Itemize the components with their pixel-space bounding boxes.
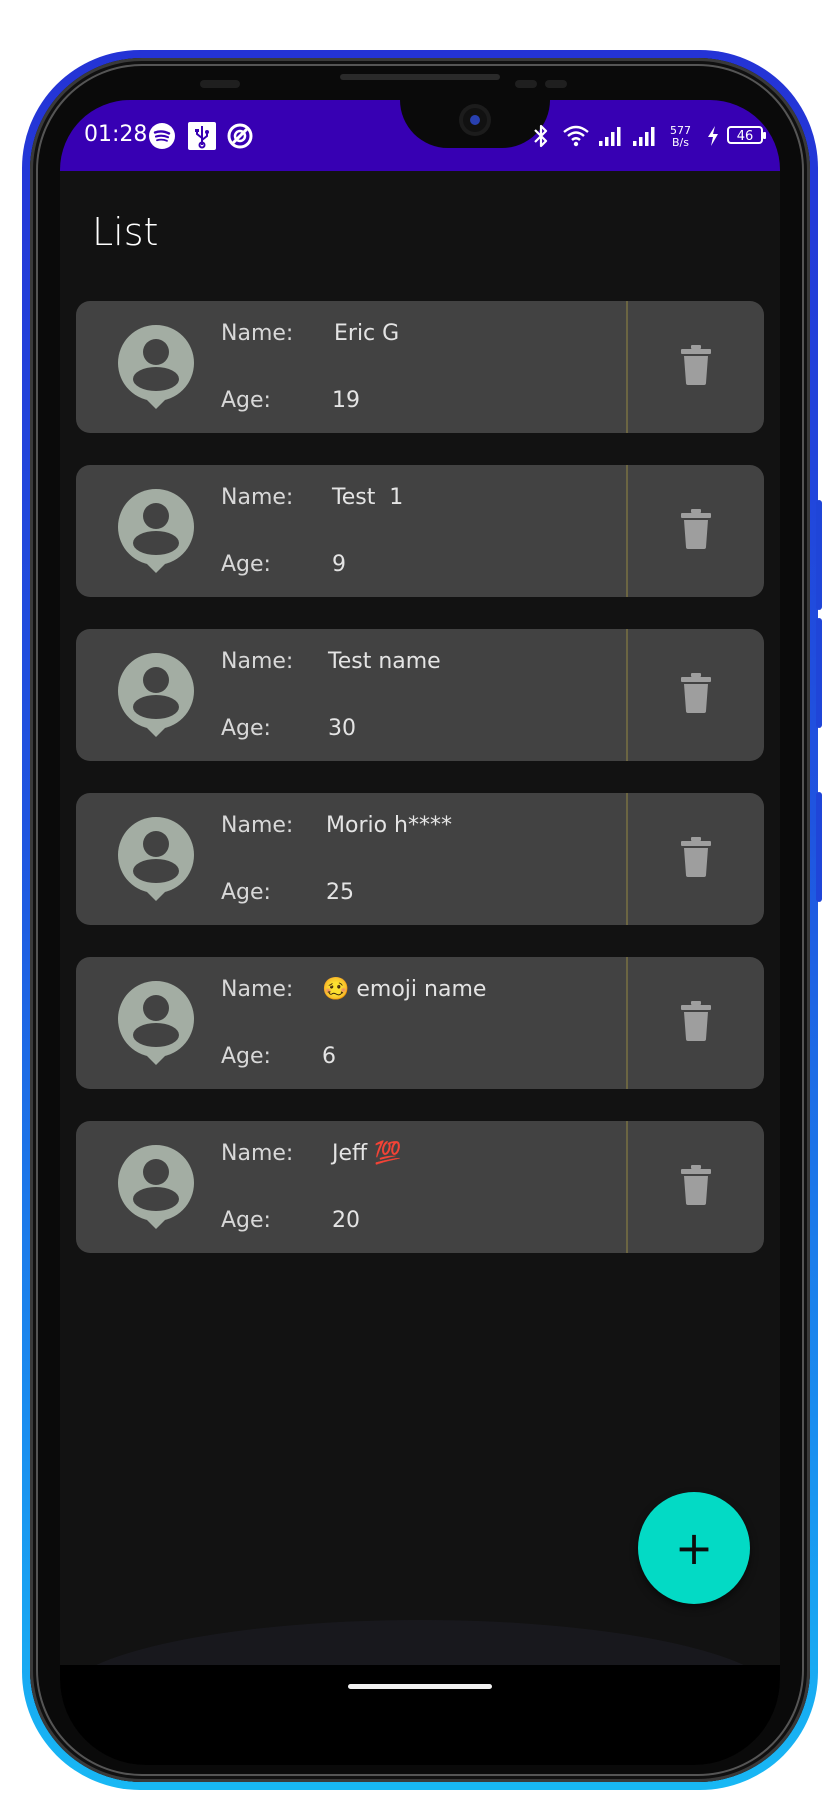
avatar-icon	[116, 323, 196, 411]
navigation-bar	[60, 1665, 780, 1765]
network-speed-unit: B/s	[672, 136, 689, 149]
person-card[interactable]: Name: 🥴 emoji name Age: 6	[76, 957, 764, 1089]
age-label: Age:	[221, 552, 271, 577]
trash-icon	[681, 1001, 711, 1045]
age-label: Age:	[221, 1044, 271, 1069]
page-title: List	[92, 210, 159, 254]
person-age: 25	[326, 880, 354, 905]
delete-button[interactable]	[628, 957, 764, 1089]
name-label: Name:	[221, 321, 294, 346]
avatar-icon	[116, 651, 196, 739]
earpiece	[340, 74, 500, 80]
volume-up-button	[816, 500, 822, 610]
person-card[interactable]: Name: Jeff 💯 Age: 20	[76, 1121, 764, 1253]
trash-icon	[681, 1165, 711, 1209]
person-card[interactable]: Name: Morio h**** Age: 25	[76, 793, 764, 925]
delete-button[interactable]	[628, 1121, 764, 1253]
person-card[interactable]: Name: Test name Age: 30	[76, 629, 764, 761]
avatar-icon	[116, 487, 196, 575]
person-name: Eric G	[334, 321, 400, 346]
home-indicator[interactable]	[348, 1684, 492, 1689]
volume-down-button	[816, 618, 822, 728]
battery-indicator: 46	[727, 126, 766, 144]
delete-button[interactable]	[628, 793, 764, 925]
person-name: 🥴 emoji name	[322, 977, 487, 1002]
trash-icon	[681, 673, 711, 717]
avatar-icon	[116, 1143, 196, 1231]
trash-icon	[681, 345, 711, 389]
name-label: Name:	[221, 813, 294, 838]
app-screen: 01:28 577 B/s 46 List Name: Eric G Age: …	[60, 100, 780, 1765]
usb-icon	[188, 122, 216, 150]
add-icon: +	[674, 1521, 714, 1575]
person-age: 9	[332, 552, 346, 577]
trash-icon	[681, 509, 711, 553]
person-name: Morio h****	[326, 813, 452, 838]
person-age: 20	[332, 1208, 360, 1233]
avatar-icon	[116, 815, 196, 903]
age-label: Age:	[221, 880, 271, 905]
signal-icon	[632, 122, 658, 150]
person-age: 30	[328, 716, 356, 741]
sensor	[545, 80, 567, 88]
age-label: Age:	[221, 388, 271, 413]
trash-icon	[681, 837, 711, 881]
vpn-icon	[226, 122, 254, 150]
delete-button[interactable]	[628, 465, 764, 597]
charging-icon	[705, 122, 721, 150]
status-time: 01:28	[84, 122, 148, 147]
network-speed: 577 B/s	[670, 125, 691, 149]
name-label: Name:	[221, 649, 294, 674]
person-name: Jeff 💯	[332, 1141, 402, 1166]
name-label: Name:	[221, 977, 294, 1002]
bluetooth-icon	[530, 122, 552, 150]
person-name: Test name	[328, 649, 441, 674]
add-person-button[interactable]: +	[638, 1492, 750, 1604]
name-label: Name:	[221, 1141, 294, 1166]
avatar-icon	[116, 979, 196, 1067]
age-label: Age:	[221, 716, 271, 741]
person-age: 19	[332, 388, 360, 413]
power-button	[816, 792, 822, 902]
front-camera	[463, 108, 487, 132]
age-label: Age:	[221, 1208, 271, 1233]
delete-button[interactable]	[628, 629, 764, 761]
sensor	[200, 80, 240, 88]
wifi-icon	[562, 122, 590, 150]
status-bar: 01:28 577 B/s 46	[60, 100, 780, 171]
person-age: 6	[322, 1044, 336, 1069]
person-name: Test 1	[332, 485, 404, 510]
spotify-icon	[148, 122, 176, 150]
sensor	[515, 80, 537, 88]
person-card[interactable]: Name: Test 1 Age: 9	[76, 465, 764, 597]
signal-icon	[598, 122, 624, 150]
delete-button[interactable]	[628, 301, 764, 433]
person-card[interactable]: Name: Eric G Age: 19	[76, 301, 764, 433]
name-label: Name:	[221, 485, 294, 510]
